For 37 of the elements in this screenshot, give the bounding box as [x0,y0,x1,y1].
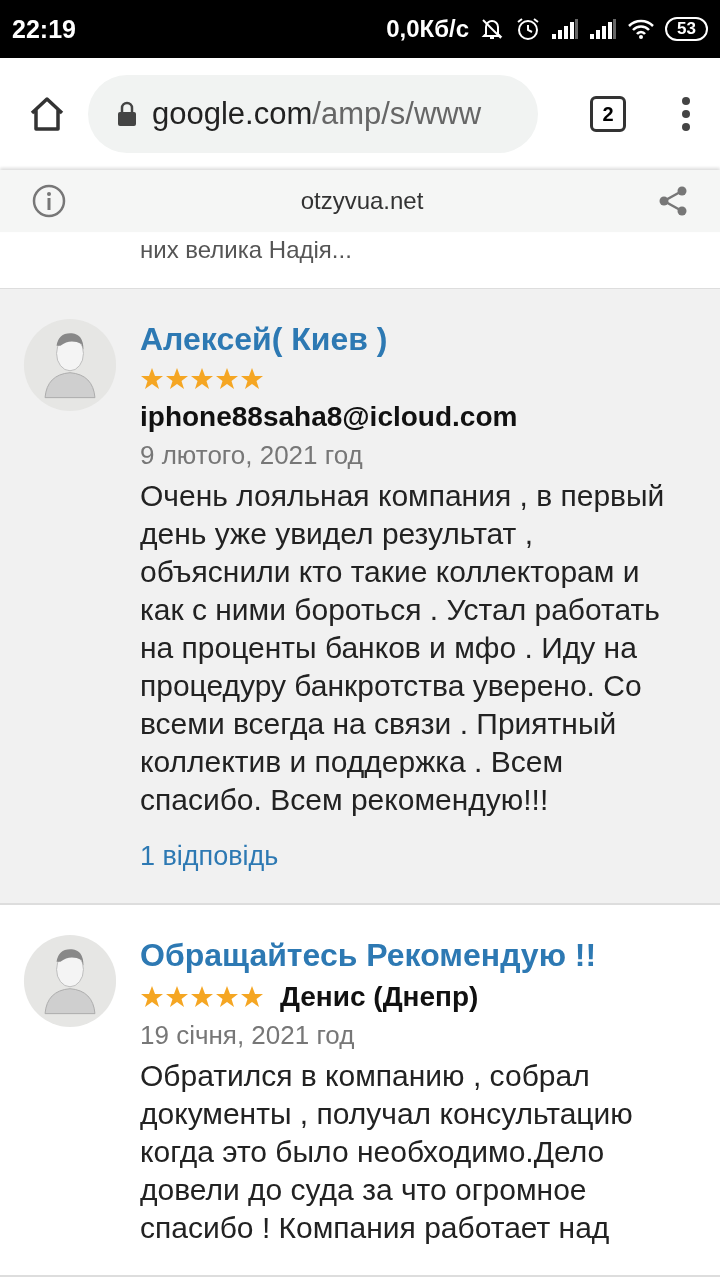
review-title[interactable]: Обращайтесь Рекомендую !! [140,933,597,977]
review-snippet: них велика Надія... [140,236,352,263]
star-icon [165,985,189,1009]
battery-indicator: 53 [665,17,708,41]
review-title[interactable]: Алексей( Киев ) [140,317,388,361]
address-bar[interactable]: google.com/amp/s/www [88,75,538,153]
star-icon [215,367,239,391]
site-domain: otzyvua.net [300,187,424,215]
star-icon [240,985,264,1009]
menu-icon[interactable] [680,96,692,132]
star-icon [240,367,264,391]
url-text: google.com/amp/s/www [152,96,482,132]
review-author: iphone88saha8@icloud.com [140,400,518,434]
star-icon [140,985,164,1009]
star-icon [190,985,214,1009]
signal-icon [551,18,580,40]
avatar-icon [22,317,118,413]
network-speed: 0,0Кб/с [386,15,470,43]
star-icon [165,367,189,391]
review-date: 19 січня, 2021 год [140,1019,355,1052]
review-text: Обратился в компанию , собрал документы , получал консультацию когда это было необходимо.Дело довели до суда за что огромное спасибо ! Компания работает над [140,1058,634,1246]
signal-icon [589,18,618,40]
replies-link[interactable]: 1 відповідь [140,837,279,875]
star-icon [215,985,239,1009]
avatar-icon [22,933,118,1029]
star-icon [190,367,214,391]
star-icon [140,367,164,391]
lock-icon [116,101,138,127]
review-author: Денис (Днепр) [280,980,479,1014]
wifi-icon [627,18,656,40]
home-icon[interactable] [28,95,66,133]
info-icon[interactable] [32,184,66,218]
clock: 22:19 [12,14,76,44]
review-date: 9 лютого, 2021 год [140,439,363,472]
share-icon[interactable] [658,185,688,217]
tab-count-button[interactable]: 2 [590,96,626,132]
review-text: Очень лояльная компания , в первый день уже увидел результат , объяснили кто такие коллекторам и как с ними бороться . Устал работать на проценты банков и мфо . Иду на процедуру банкротства уверено. Со всеми всегда на связи . Приятный коллектив и поддержка . Всем спасибо. Всем рекомендую!!! [140,478,666,818]
